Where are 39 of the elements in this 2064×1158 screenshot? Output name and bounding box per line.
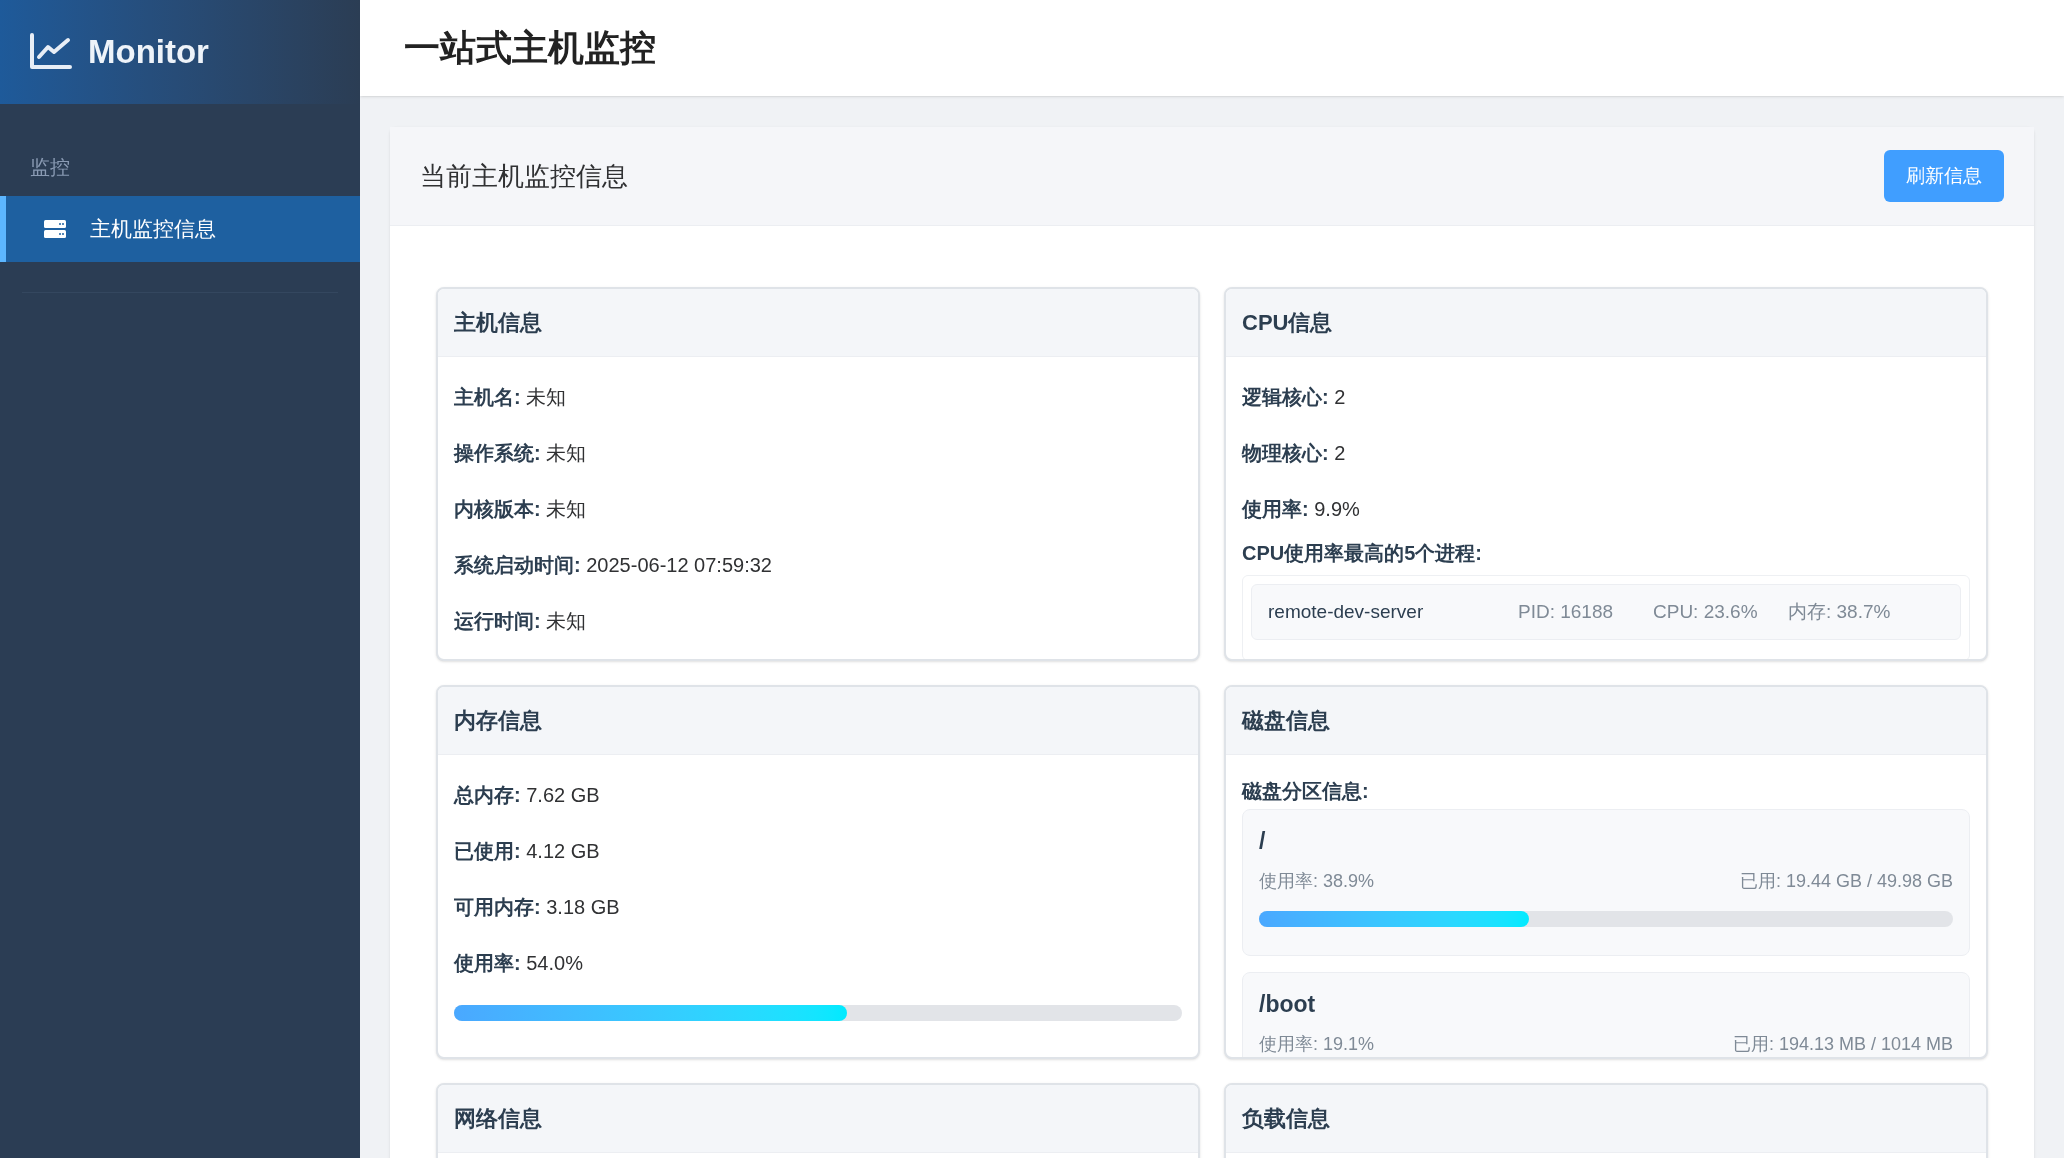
- info-line: 已使用: 4.12 GB: [454, 839, 601, 864]
- card-title: 磁盘信息: [1242, 707, 1330, 735]
- card-title: 内存信息: [454, 707, 542, 735]
- info-line: 物理核心: 2: [1242, 441, 1347, 466]
- partition-used: 已用: 19.44 GB / 49.98 GB: [1739, 870, 1953, 893]
- logo-text: Monitor: [88, 32, 209, 73]
- info-line: 使用率: 54.0%: [454, 951, 584, 976]
- partition-mount: /boot: [1259, 990, 1317, 1019]
- card-title: 网络信息: [454, 1105, 542, 1133]
- card-title: 负载信息: [1242, 1105, 1330, 1133]
- info-line: 逻辑核心: 2: [1242, 385, 1347, 410]
- partition-used: 已用: 194.13 MB / 1014 MB: [1732, 1033, 1953, 1056]
- card-title: CPU信息: [1242, 309, 1333, 337]
- process-memory: 内存: 38.7%: [1788, 599, 1891, 624]
- page-title: 一站式主机监控: [404, 26, 656, 70]
- partition-usage: 使用率: 19.1%: [1259, 1033, 1375, 1056]
- process-name: remote-dev-server: [1268, 599, 1425, 624]
- info-line: 总内存: 7.62 GB: [454, 783, 601, 808]
- process-row[interactable]: remote-dev-server PID: 16188 CPU: 23.6% 内存: 38.7%: [1251, 584, 1961, 640]
- info-line: 主机名: 未知: [454, 385, 568, 410]
- info-line: 运行时间: 未知: [454, 609, 588, 634]
- info-line: 系统启动时间: 2025-06-12 07:59:32: [454, 553, 773, 578]
- process-pid: PID: 16188: [1518, 599, 1615, 624]
- sidebar-item-label: 主机监控信息: [90, 216, 216, 243]
- card-title: 主机信息: [454, 309, 542, 337]
- sidebar-item[interactable]: 主机监控信息: [0, 196, 360, 262]
- partitions-heading: 磁盘分区信息:: [1242, 779, 1370, 804]
- sidebar-section-label: 监控: [29, 155, 71, 180]
- line-chart-icon: [30, 33, 72, 71]
- info-line: 可用内存: 3.18 GB: [454, 895, 621, 920]
- partition-usage: 使用率: 38.9%: [1259, 870, 1375, 893]
- info-line: 内核版本: 未知: [454, 497, 588, 522]
- processes-heading: CPU使用率最高的5个进程:: [1242, 541, 1483, 566]
- panel-title: 当前主机监控信息: [420, 159, 628, 193]
- info-line: 使用率: 9.9%: [1242, 497, 1361, 522]
- server-icon: [44, 220, 66, 238]
- info-line: 操作系统: 未知: [454, 441, 588, 466]
- partition-mount: /: [1259, 827, 1267, 856]
- process-cpu: CPU: 23.6%: [1653, 599, 1759, 624]
